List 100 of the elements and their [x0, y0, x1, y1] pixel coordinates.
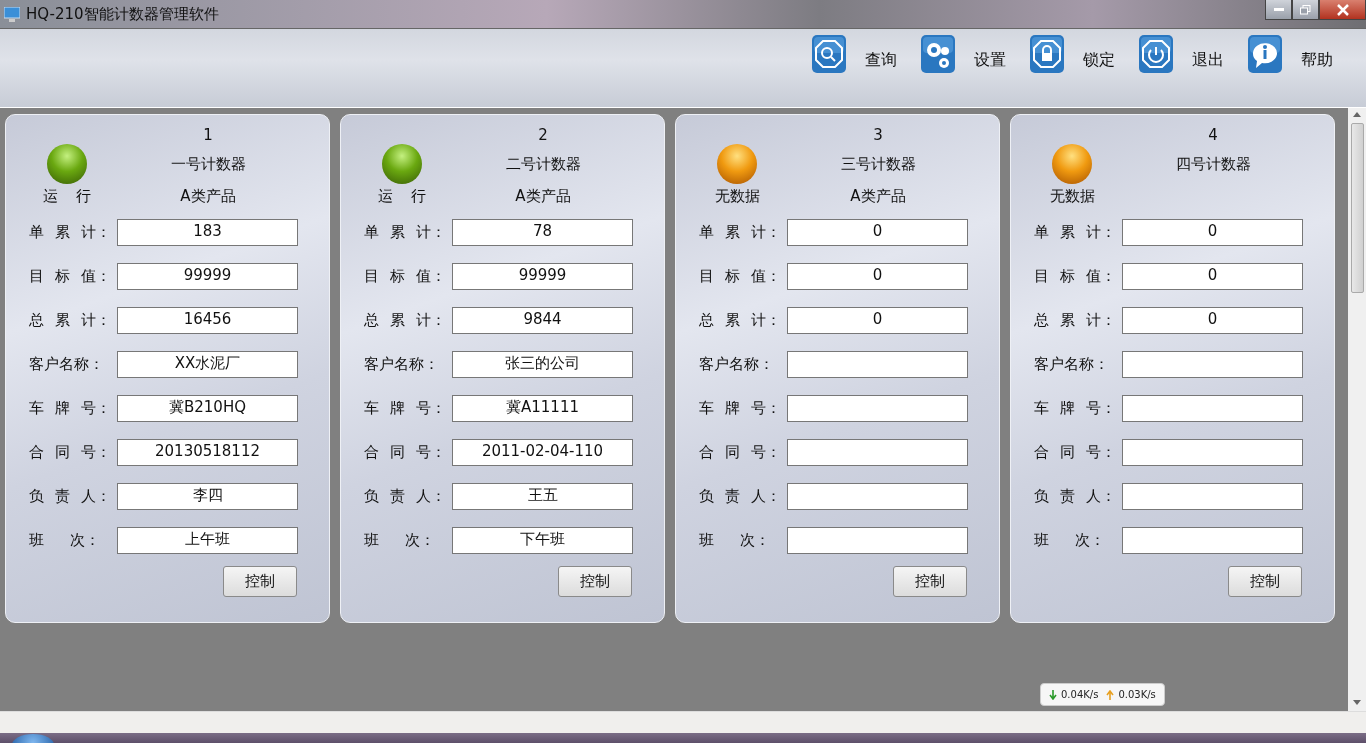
input-field[interactable]: 0 — [1122, 263, 1303, 290]
input-field[interactable]: XX水泥厂 — [117, 351, 298, 378]
input-field[interactable]: 0 — [787, 263, 968, 290]
field-label: 负 责 人： — [1034, 487, 1117, 506]
control-button[interactable]: 控制 — [893, 566, 967, 597]
input-field[interactable]: 张三的公司 — [452, 351, 633, 378]
input-field[interactable]: 0 — [1122, 219, 1303, 246]
restore-button[interactable] — [1292, 0, 1319, 20]
input-field[interactable] — [1122, 527, 1303, 554]
field-label: 合 同 号： — [1034, 443, 1117, 462]
field-label: 目 标 值： — [699, 267, 782, 286]
close-button[interactable] — [1319, 0, 1366, 20]
field-label: 总 累 计： — [364, 311, 447, 330]
status-text: 无数据 — [1049, 186, 1095, 206]
counter-number: 3 — [873, 126, 883, 144]
input-field[interactable] — [1122, 351, 1303, 378]
minimize-icon — [1273, 7, 1284, 12]
scrollbar[interactable] — [1348, 108, 1366, 711]
field-label: 单 累 计： — [1034, 223, 1117, 242]
input-field[interactable] — [1122, 439, 1303, 466]
field-label: 客户名称： — [699, 355, 775, 374]
field-label: 目 标 值： — [29, 267, 112, 286]
field-label: 总 累 计： — [699, 311, 782, 330]
field-label: 班 次： — [364, 531, 436, 550]
close-icon — [1336, 3, 1349, 16]
scroll-thumb[interactable] — [1350, 123, 1364, 293]
download-icon — [1049, 689, 1057, 700]
input-field[interactable]: 9844 — [452, 307, 633, 334]
field-label: 合 同 号： — [29, 443, 112, 462]
counter-name: 三号计数器 — [840, 154, 916, 174]
input-field[interactable] — [787, 395, 968, 422]
counter-number: 4 — [1208, 126, 1218, 144]
upload-icon — [1106, 689, 1115, 700]
input-field[interactable]: 183 — [117, 219, 298, 246]
field-label: 班 次： — [699, 531, 771, 550]
scroll-up-icon — [1353, 112, 1361, 117]
product-type: A类产品 — [515, 186, 571, 206]
minimize-button[interactable] — [1265, 0, 1292, 20]
input-field[interactable]: 李四 — [117, 483, 298, 510]
control-button[interactable]: 控制 — [558, 566, 632, 597]
restore-icon — [1300, 4, 1311, 15]
control-button[interactable]: 控制 — [223, 566, 297, 597]
counter-name: 四号计数器 — [1175, 154, 1251, 174]
input-field[interactable] — [787, 439, 968, 466]
toolbar-button[interactable]: 帮助 — [1248, 35, 1333, 73]
search-icon — [812, 35, 846, 73]
input-field[interactable] — [787, 483, 968, 510]
field-label: 班 次： — [29, 531, 101, 550]
input-field[interactable]: 冀A11111 — [452, 395, 633, 422]
field-label: 车 牌 号： — [364, 399, 447, 418]
window-title: HQ-210智能计数器管理软件 — [26, 4, 219, 24]
input-field[interactable]: 0 — [1122, 307, 1303, 334]
field-label: 合 同 号： — [364, 443, 447, 462]
toolbar-button[interactable]: 退出 — [1139, 35, 1224, 73]
field-label: 总 累 计： — [1034, 311, 1117, 330]
product-type: A类产品 — [850, 186, 906, 206]
field-label: 负 责 人： — [29, 487, 112, 506]
field-label: 目 标 值： — [364, 267, 447, 286]
input-field[interactable]: 上午班 — [117, 527, 298, 554]
status-text: 运 行 — [377, 186, 427, 206]
info-icon — [1248, 35, 1282, 73]
lock-icon — [1030, 35, 1064, 73]
input-field[interactable]: 20130518112 — [117, 439, 298, 466]
input-field[interactable]: 王五 — [452, 483, 633, 510]
input-field[interactable]: 99999 — [117, 263, 298, 290]
input-field[interactable] — [787, 527, 968, 554]
input-field[interactable]: 下午班 — [452, 527, 633, 554]
download-speed: 0.04K/s — [1061, 689, 1099, 700]
field-label: 班 次： — [1034, 531, 1106, 550]
input-field[interactable]: 0 — [787, 307, 968, 334]
field-label: 车 牌 号： — [1034, 399, 1117, 418]
counter-number: 2 — [538, 126, 548, 144]
field-label: 单 累 计： — [699, 223, 782, 242]
toolbar-button[interactable]: 设置 — [921, 35, 1006, 73]
input-field[interactable]: 冀B210HQ — [117, 395, 298, 422]
monitor-icon — [4, 6, 20, 22]
field-label: 目 标 值： — [1034, 267, 1117, 286]
input-field[interactable] — [1122, 395, 1303, 422]
toolbar-button[interactable]: 查询 — [812, 35, 897, 73]
power-icon — [1139, 35, 1173, 73]
field-label: 客户名称： — [364, 355, 440, 374]
input-field[interactable] — [1122, 483, 1303, 510]
product-type: A类产品 — [180, 186, 236, 206]
control-button[interactable]: 控制 — [1228, 566, 1302, 597]
field-label: 总 累 计： — [29, 311, 112, 330]
scroll-down-icon — [1353, 700, 1361, 705]
toolbar-button[interactable]: 锁定 — [1030, 35, 1115, 73]
field-label: 单 累 计： — [29, 223, 112, 242]
field-label: 负 责 人： — [364, 487, 447, 506]
field-label: 合 同 号： — [699, 443, 782, 462]
input-field[interactable]: 2011-02-04-110 — [452, 439, 633, 466]
field-label: 车 牌 号： — [29, 399, 112, 418]
field-label: 单 累 计： — [364, 223, 447, 242]
input-field[interactable]: 0 — [787, 219, 968, 246]
input-field[interactable]: 99999 — [452, 263, 633, 290]
input-field[interactable]: 16456 — [117, 307, 298, 334]
input-field[interactable] — [787, 351, 968, 378]
input-field[interactable]: 78 — [452, 219, 633, 246]
counter-number: 1 — [203, 126, 213, 144]
field-label: 车 牌 号： — [699, 399, 782, 418]
